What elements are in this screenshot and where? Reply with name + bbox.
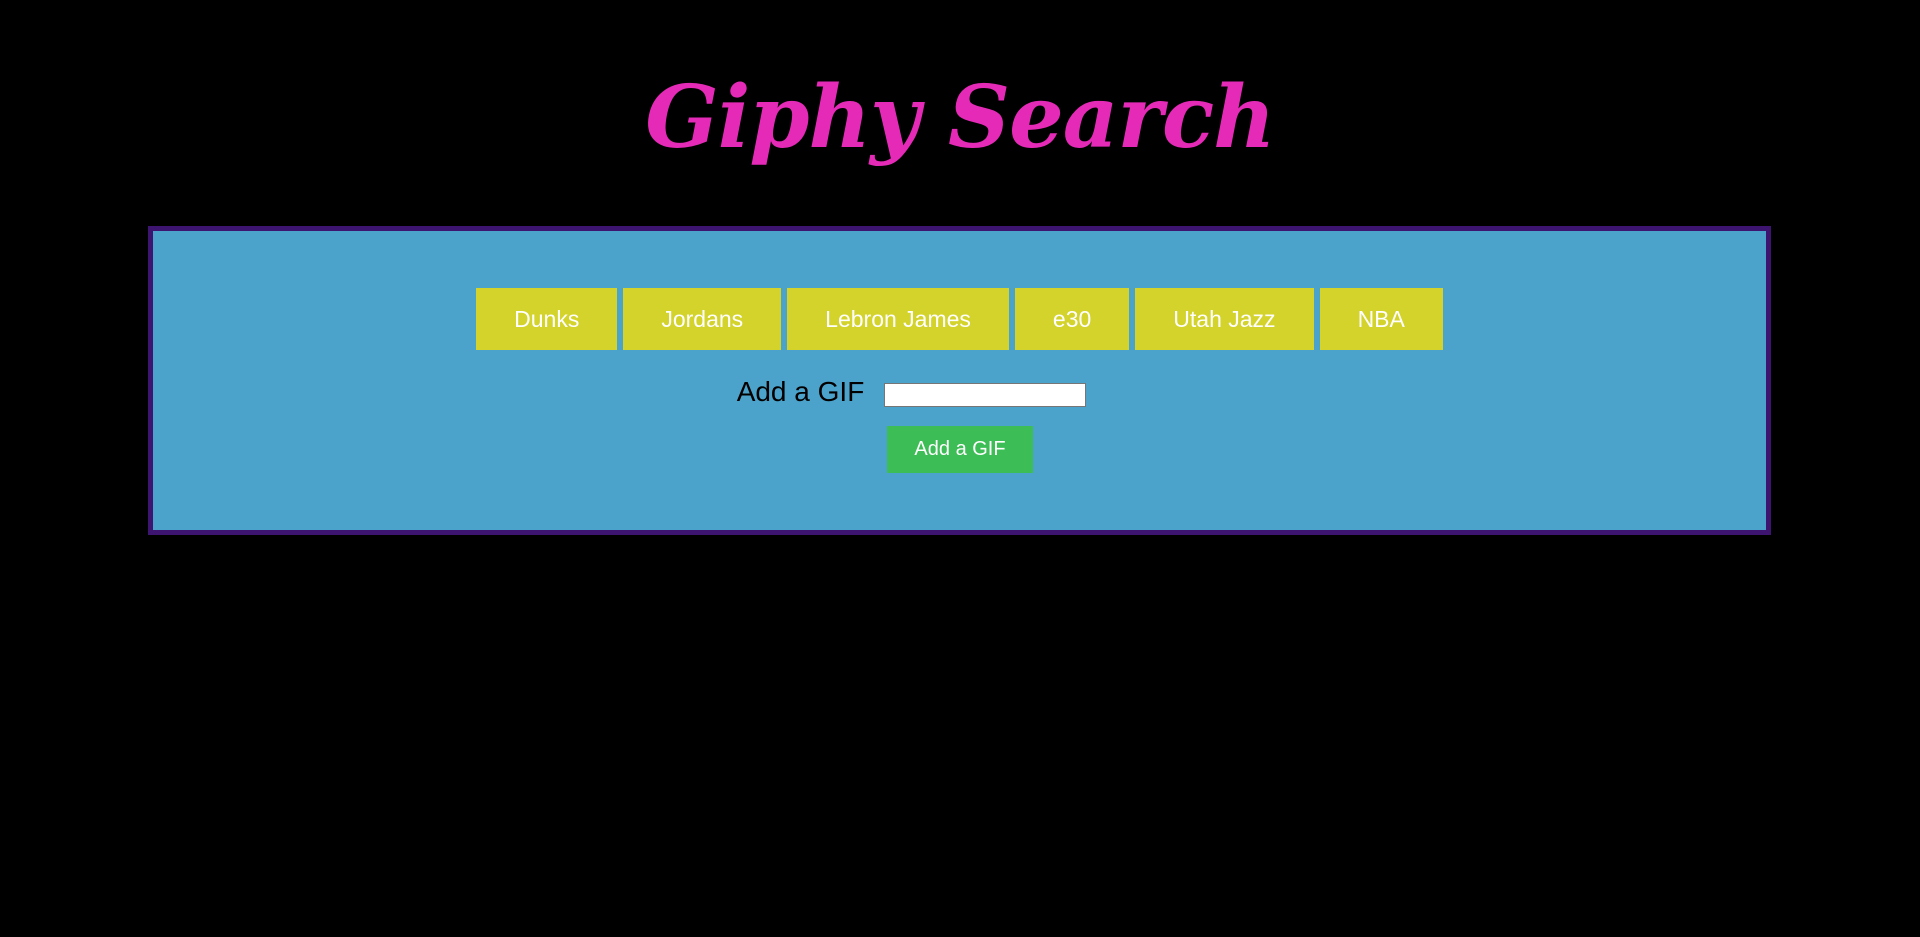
add-gif-input[interactable] [884, 383, 1087, 407]
search-panel: Dunks Jordans Lebron James e30 Utah Jazz… [148, 226, 1771, 535]
add-gif-form: Add a GIF [153, 376, 1766, 408]
add-gif-label: Add a GIF [736, 376, 865, 407]
topic-button-jordans[interactable]: Jordans [623, 288, 782, 350]
topic-button-dunks[interactable]: Dunks [476, 288, 618, 350]
topic-button-nba[interactable]: NBA [1319, 288, 1443, 350]
topic-button-lebron-james[interactable]: Lebron James [787, 288, 1009, 350]
topic-button-e30[interactable]: e30 [1014, 288, 1130, 350]
page-title: Giphy Search [645, 67, 1275, 168]
topic-buttons: Dunks Jordans Lebron James e30 Utah Jazz… [153, 288, 1766, 350]
add-gif-button[interactable]: Add a GIF [887, 426, 1033, 473]
topic-button-utah-jazz[interactable]: Utah Jazz [1135, 288, 1314, 350]
